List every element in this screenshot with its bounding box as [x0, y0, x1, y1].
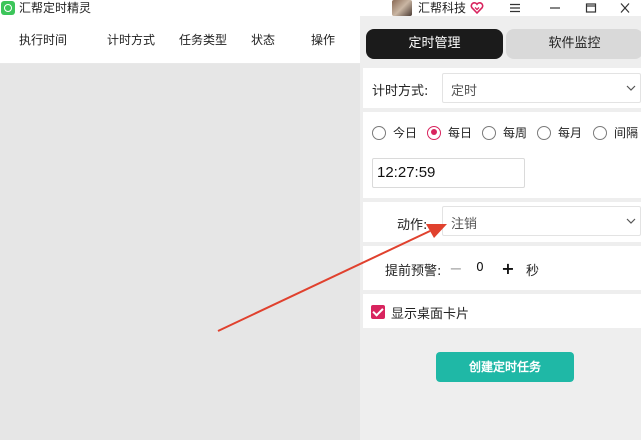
action-select[interactable]: 注销 [442, 206, 641, 236]
radio-weekly[interactable]: 每周 [482, 124, 527, 141]
radio-daily[interactable]: 每日 [427, 124, 472, 141]
timing-mode-value: 定时 [451, 84, 478, 99]
show-desktop-card-label: 显示桌面卡片 [391, 307, 470, 322]
radio-monthly-circle [537, 125, 551, 140]
create-task-button[interactable]: 创建定时任务 [436, 352, 574, 382]
tab-timer-management[interactable]: 定时管理 [366, 29, 503, 59]
minimize-icon [550, 7, 560, 9]
vip-heart-icon[interactable] [470, 1, 484, 15]
action-label: 动作: [397, 218, 428, 233]
task-list-panel: 执行时间 计时方式 任务类型 状态 操作 [0, 16, 360, 440]
chevron-down-icon [626, 85, 636, 91]
app-logo-icon [1, 1, 15, 15]
timing-mode-card: 计时方式: 定时 [363, 68, 641, 108]
user-avatar[interactable] [392, 0, 412, 16]
column-header-task-type: 任务类型 [179, 33, 228, 47]
app-title: 汇帮定时精灵 [19, 1, 92, 15]
column-header-status: 状态 [251, 33, 276, 47]
column-header-exec-time: 执行时间 [19, 33, 68, 47]
tab-software-monitor[interactable]: 软件监控 [506, 29, 641, 59]
advance-warning-increment-button[interactable]: + [500, 261, 516, 277]
radio-monthly[interactable]: 每月 [537, 124, 582, 141]
radio-interval-circle [593, 125, 607, 140]
hamburger-icon [510, 3, 520, 13]
title-bar: 汇帮定时精灵 汇帮科技 [0, 0, 641, 16]
radio-interval[interactable]: 间隔 [593, 124, 638, 141]
radio-monthly-label: 每月 [558, 126, 583, 140]
radio-today-label: 今日 [393, 126, 418, 140]
task-config-panel: 定时管理 软件监控 计时方式: 定时 今日 每日 每周 每月 间隔 12:27:… [360, 16, 641, 440]
minimize-button[interactable] [540, 0, 570, 16]
desktop-card-option: 显示桌面卡片 [363, 294, 641, 328]
show-desktop-card-checkbox[interactable] [371, 305, 385, 319]
radio-weekly-circle [482, 125, 496, 140]
column-header-timing-mode: 计时方式 [107, 33, 156, 47]
action-value: 注销 [451, 217, 478, 232]
task-table-header: 执行时间 计时方式 任务类型 状态 操作 [0, 16, 360, 64]
close-button[interactable] [610, 0, 640, 16]
maximize-button[interactable] [576, 0, 606, 16]
timing-mode-label: 计时方式: [372, 84, 429, 99]
advance-warning-decrement-button[interactable]: − [448, 261, 464, 277]
advance-warning-value[interactable]: 0 [463, 256, 497, 278]
user-name[interactable]: 汇帮科技 [418, 0, 466, 16]
menu-button[interactable] [500, 0, 530, 16]
advance-warning-unit: 秒 [526, 264, 540, 279]
maximize-icon [585, 3, 597, 13]
time-input[interactable]: 12:27:59 [372, 158, 525, 188]
radio-daily-label: 每日 [448, 126, 473, 140]
radio-daily-circle [427, 125, 441, 140]
column-header-actions: 操作 [311, 33, 336, 47]
chevron-down-icon [626, 218, 636, 224]
radio-today[interactable]: 今日 [372, 124, 417, 141]
action-card: 动作: 注销 [363, 202, 641, 242]
radio-interval-label: 间隔 [614, 126, 639, 140]
radio-weekly-label: 每周 [503, 126, 528, 140]
timing-mode-select[interactable]: 定时 [442, 73, 641, 103]
advance-warning-label: 提前预警: [385, 264, 442, 279]
close-icon [620, 3, 630, 13]
radio-today-circle [372, 125, 386, 140]
